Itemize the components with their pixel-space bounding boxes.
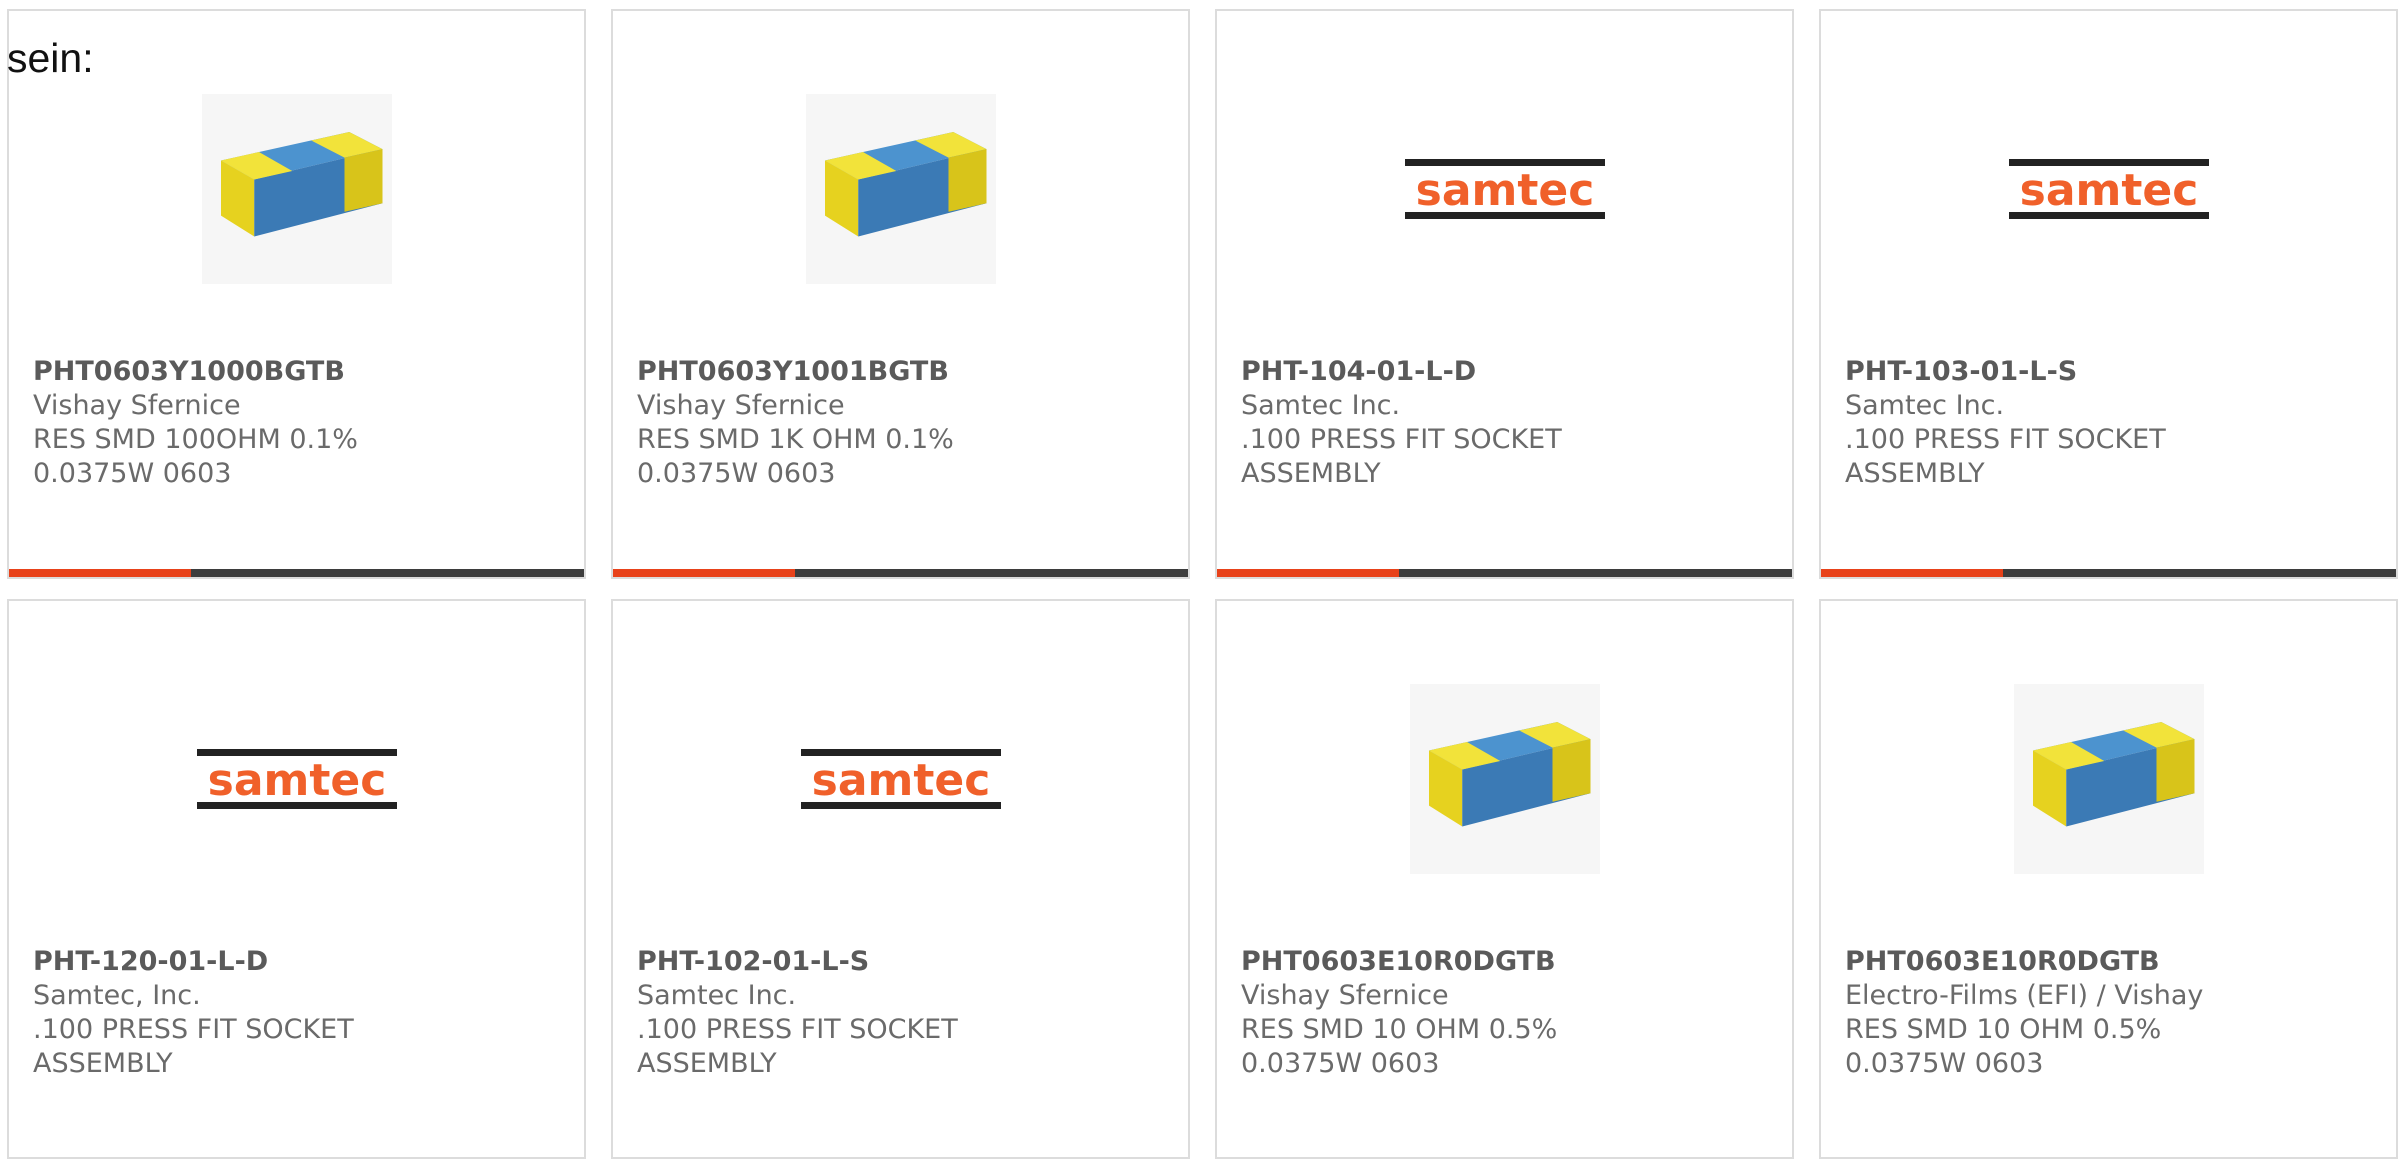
svg-text:samtec: samtec xyxy=(207,755,386,806)
samtec-logo: samtec xyxy=(2008,89,2209,289)
part-number: PHT-103-01-L-S xyxy=(1845,356,2078,387)
product-card[interactable]: PHT0603Y1001BGTB Vishay Sfernice RES SMD… xyxy=(611,9,1190,579)
card-bottom-bar xyxy=(613,569,1188,577)
part-number: PHT-102-01-L-S xyxy=(637,946,870,977)
part-number: PHT-120-01-L-D xyxy=(33,946,269,977)
description: RES SMD 100OHM 0.1% 0.0375W 0603 xyxy=(33,424,358,489)
product-card[interactable]: samtec PHT-102-01-L-S Samtec Inc. .100 P… xyxy=(611,599,1190,1159)
description: .100 PRESS FIT SOCKET ASSEMBLY xyxy=(33,1014,354,1079)
card-accent xyxy=(9,569,191,577)
resistor-chip-icon xyxy=(801,89,1001,289)
svg-text:samtec: samtec xyxy=(2019,165,2198,216)
resistor-chip-icon xyxy=(2009,679,2209,879)
product-card[interactable]: PHT0603E10R0DGTB Vishay Sfernice RES SMD… xyxy=(1215,599,1794,1159)
part-number: PHT0603E10R0DGTB xyxy=(1241,946,1556,977)
manufacturer: Vishay Sfernice xyxy=(33,390,241,421)
product-card[interactable]: samtec PHT-120-01-L-D Samtec, Inc. .100 … xyxy=(7,599,586,1159)
card-accent xyxy=(613,569,795,577)
description: .100 PRESS FIT SOCKET ASSEMBLY xyxy=(1241,424,1562,489)
description: RES SMD 1K OHM 0.1% 0.0375W 0603 xyxy=(637,424,954,489)
resistor-chip-icon xyxy=(197,89,397,289)
manufacturer: Samtec Inc. xyxy=(1845,390,2005,421)
product-card[interactable]: samtec PHT-103-01-L-S Samtec Inc. .100 P… xyxy=(1819,9,2398,579)
manufacturer: Samtec Inc. xyxy=(637,980,797,1011)
card-bottom-bar xyxy=(1217,569,1792,577)
description: .100 PRESS FIT SOCKET ASSEMBLY xyxy=(637,1014,958,1079)
samtec-logo: samtec xyxy=(1404,89,1605,289)
samtec-logo: samtec xyxy=(800,679,1001,879)
resistor-chip-icon xyxy=(1405,679,1605,879)
svg-text:samtec: samtec xyxy=(1415,165,1594,216)
product-card[interactable]: samtec PHT-104-01-L-D Samtec Inc. .100 P… xyxy=(1215,9,1794,579)
part-number: PHT0603Y1000BGTB xyxy=(33,356,345,387)
manufacturer: Samtec Inc. xyxy=(1241,390,1401,421)
card-accent xyxy=(1217,569,1399,577)
intro-text: sein: xyxy=(7,35,94,81)
part-number: PHT0603Y1001BGTB xyxy=(637,356,949,387)
samtec-logo: samtec xyxy=(196,679,397,879)
description: RES SMD 10 OHM 0.5% 0.0375W 0603 xyxy=(1241,1014,1558,1079)
manufacturer: Vishay Sfernice xyxy=(637,390,845,421)
part-number: PHT-104-01-L-D xyxy=(1241,356,1477,387)
product-card[interactable]: PHT0603E10R0DGTB Electro-Films (EFI) / V… xyxy=(1819,599,2398,1159)
description: .100 PRESS FIT SOCKET ASSEMBLY xyxy=(1845,424,2166,489)
manufacturer: Electro-Films (EFI) / Vishay xyxy=(1845,980,2204,1011)
part-number: PHT0603E10R0DGTB xyxy=(1845,946,2160,977)
card-bottom-bar xyxy=(9,569,584,577)
svg-text:samtec: samtec xyxy=(811,755,990,806)
manufacturer: Vishay Sfernice xyxy=(1241,980,1449,1011)
manufacturer: Samtec, Inc. xyxy=(33,980,201,1011)
card-bottom-bar xyxy=(1821,569,2396,577)
product-card[interactable]: PHT0603Y1000BGTB Vishay Sfernice RES SMD… xyxy=(7,9,586,579)
card-accent xyxy=(1821,569,2003,577)
description: RES SMD 10 OHM 0.5% 0.0375W 0603 xyxy=(1845,1014,2162,1079)
